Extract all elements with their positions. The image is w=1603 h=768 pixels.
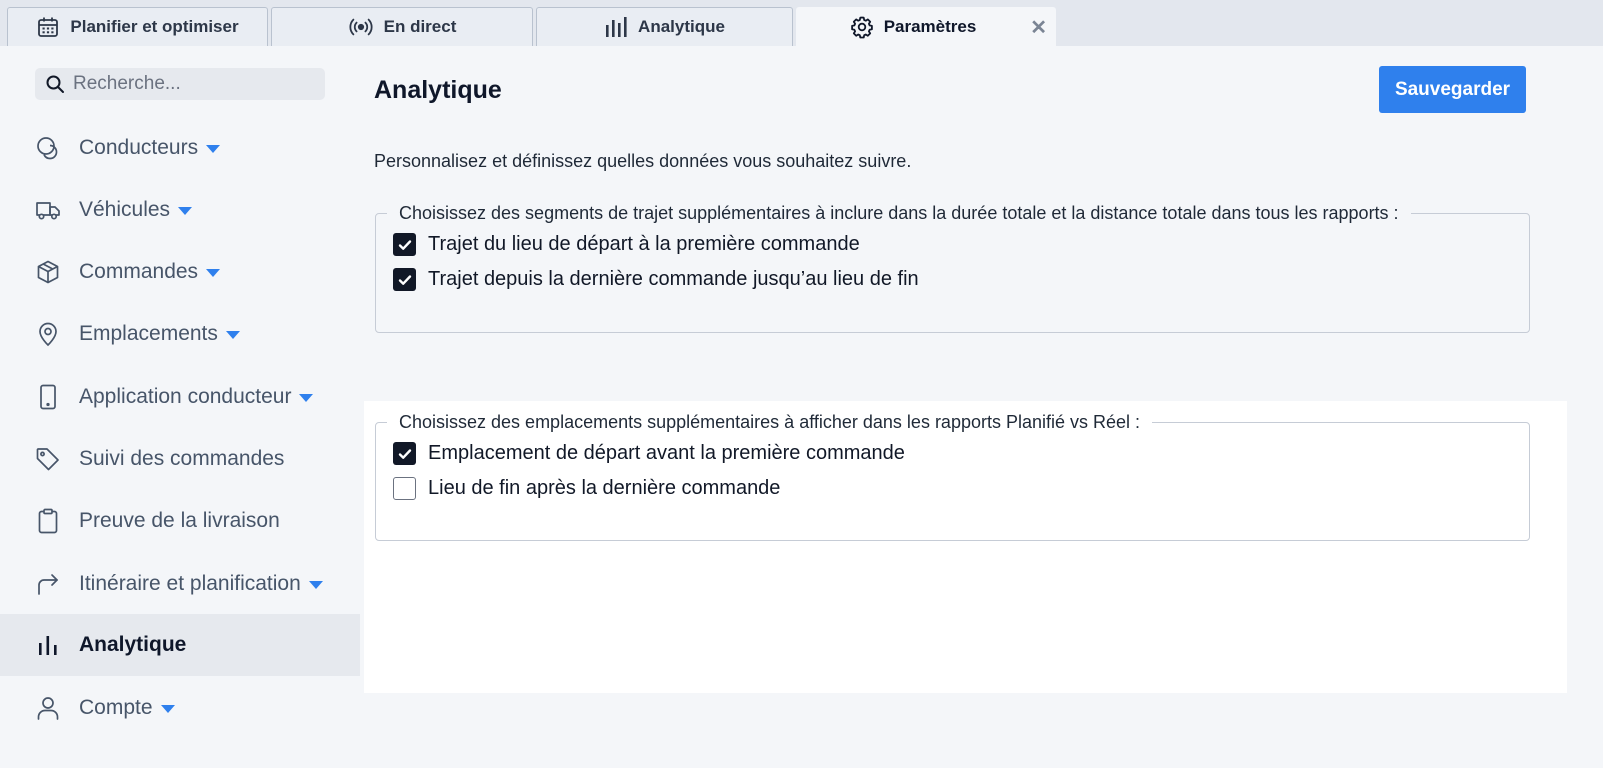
page-description: Personnalisez et définissez quelles donn… <box>374 151 912 171</box>
box-icon <box>35 259 61 285</box>
trip-segments-group: Choisissez des segments de trajet supplé… <box>375 203 1530 333</box>
option-row[interactable]: Trajet du lieu de départ à la première c… <box>393 227 1529 262</box>
sidebar-item-label: Itinéraire et planification <box>79 572 301 595</box>
sidebar-item-emplacements[interactable]: Emplacements <box>0 303 360 365</box>
option-label: Emplacement de départ avant la première … <box>428 442 905 464</box>
checkbox-unchecked[interactable] <box>393 477 416 500</box>
calendar-icon <box>36 15 60 39</box>
option-row[interactable]: Lieu de fin après la dernière commande <box>393 471 1529 506</box>
tab-planifier[interactable]: Planifier et optimiser <box>7 7 268 46</box>
sidebar-item-compte[interactable]: Compte <box>0 677 360 739</box>
sidebar-item-analytique[interactable]: Analytique <box>0 614 360 676</box>
chevron-down-icon[interactable] <box>225 331 240 339</box>
option-label: Lieu de fin après la dernière commande <box>428 477 781 499</box>
tab-en-direct[interactable]: En direct <box>271 7 533 46</box>
broadcast-icon <box>348 16 374 38</box>
group-legend: Choisissez des emplacements supplémentai… <box>399 412 1141 432</box>
bar-chart-icon <box>35 632 61 658</box>
route-arrow-icon <box>35 571 61 597</box>
sidebar: Conducteurs Véhicules Commandes Emp <box>0 46 360 768</box>
save-button[interactable]: Sauvegarder <box>1379 66 1526 113</box>
chevron-down-icon[interactable] <box>206 145 221 153</box>
page-title: Analytique <box>374 76 502 104</box>
checkbox-checked[interactable] <box>393 442 416 465</box>
chevron-down-icon[interactable] <box>299 394 314 402</box>
chevron-down-icon[interactable] <box>160 705 175 713</box>
clipboard-icon <box>35 508 61 534</box>
tab-label: Paramètres <box>883 17 977 36</box>
tab-label: Analytique <box>638 17 725 36</box>
mobile-phone-icon <box>35 384 61 410</box>
search-icon <box>45 74 65 94</box>
chevron-down-icon[interactable] <box>206 269 221 277</box>
sidebar-item-application-conducteur[interactable]: Application conducteur <box>0 366 360 428</box>
close-icon[interactable]: ✕ <box>1030 18 1047 38</box>
option-label: Trajet du lieu de départ à la première c… <box>428 233 860 255</box>
checkbox-checked[interactable] <box>393 233 416 256</box>
group-legend: Choisissez des segments de trajet supplé… <box>399 203 1399 223</box>
sidebar-item-label: Compte <box>79 696 153 719</box>
chevron-down-icon[interactable] <box>178 207 193 215</box>
sidebar-item-conducteurs[interactable]: Conducteurs <box>0 117 360 179</box>
main-content: Analytique Sauvegarder Personnalisez et … <box>360 46 1603 768</box>
option-label: Trajet depuis la dernière commande jusqu… <box>428 268 919 290</box>
sidebar-item-label: Application conducteur <box>79 385 292 408</box>
sidebar-item-label: Analytique <box>79 633 187 656</box>
drivers-icon <box>35 135 61 161</box>
search-input[interactable] <box>73 73 313 95</box>
bar-chart-icon <box>604 16 628 38</box>
sidebar-item-suivi-commandes[interactable]: Suivi des commandes <box>0 428 360 490</box>
chevron-down-icon[interactable] <box>308 581 323 589</box>
sidebar-item-label: Véhicules <box>79 198 171 221</box>
truck-icon <box>35 197 61 223</box>
sidebar-item-vehicules[interactable]: Véhicules <box>0 179 360 241</box>
sidebar-item-label: Suivi des commandes <box>79 447 285 470</box>
sidebar-item-itineraire[interactable]: Itinéraire et planification <box>0 553 360 615</box>
sidebar-item-label: Commandes <box>79 260 199 283</box>
sidebar-item-label: Emplacements <box>79 322 218 345</box>
location-pin-icon <box>35 321 61 347</box>
sidebar-item-commandes[interactable]: Commandes <box>0 241 360 303</box>
sidebar-item-label: Conducteurs <box>79 136 199 159</box>
checkbox-checked[interactable] <box>393 268 416 291</box>
tab-analytique[interactable]: Analytique <box>536 7 793 46</box>
sidebar-item-label: Preuve de la livraison <box>79 509 280 532</box>
tab-label: En direct <box>383 17 457 36</box>
planned-vs-actual-group: Choisissez des emplacements supplémentai… <box>375 412 1530 541</box>
gear-icon <box>850 15 874 39</box>
tab-bar: Planifier et optimiser En direct Analyti… <box>0 0 1603 46</box>
tab-label: Planifier et optimiser <box>70 17 239 36</box>
search-box[interactable] <box>35 68 325 100</box>
user-icon <box>35 695 61 721</box>
sidebar-item-preuve-livraison[interactable]: Preuve de la livraison <box>0 490 360 552</box>
option-row[interactable]: Emplacement de départ avant la première … <box>393 436 1529 471</box>
tab-parametres[interactable]: Paramètres ✕ <box>796 7 1056 46</box>
option-row[interactable]: Trajet depuis la dernière commande jusqu… <box>393 262 1529 297</box>
tag-icon <box>35 446 61 472</box>
